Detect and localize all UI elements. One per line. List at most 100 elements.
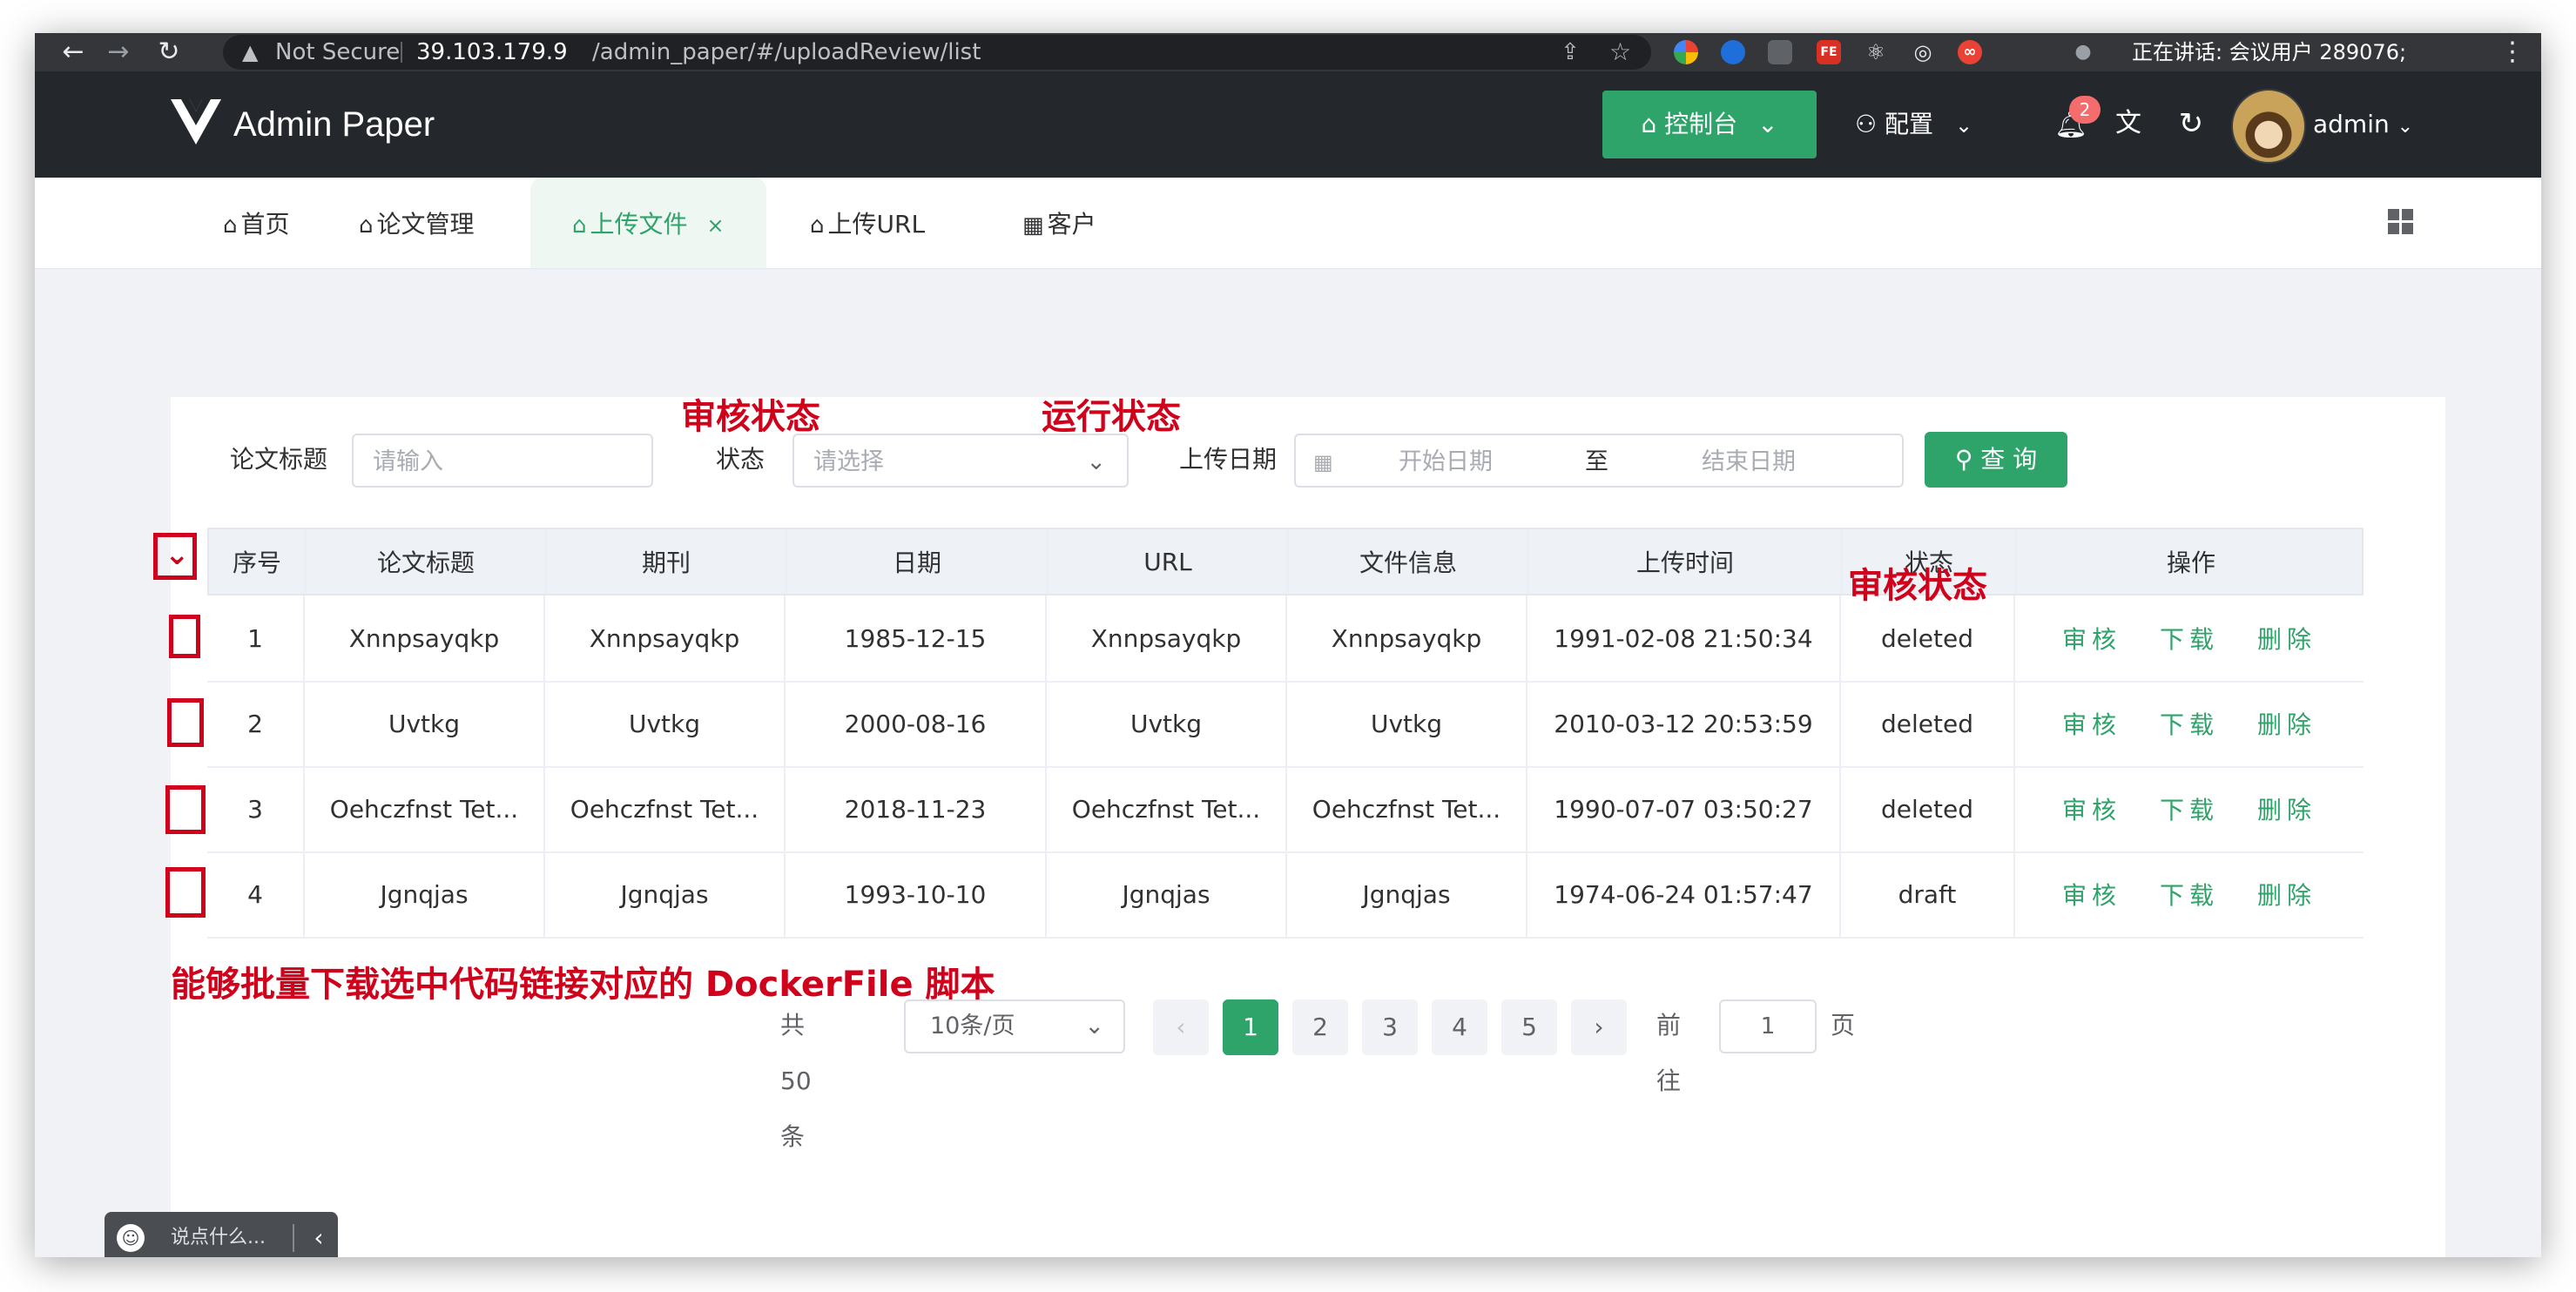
title-input-placeholder: 请输入 — [373, 448, 443, 475]
extension-grey-icon[interactable] — [1768, 40, 1792, 64]
page-size-value: 10条/页 — [930, 1013, 1015, 1040]
home-icon: ⌂ — [572, 212, 587, 239]
extension-fe-icon[interactable]: FE — [1817, 40, 1841, 64]
bookmark-star-icon[interactable]: ☆ — [1609, 35, 1631, 70]
column-header: 日期 — [786, 529, 1047, 594]
extension-infinity-icon[interactable]: ∞ — [1958, 40, 1982, 64]
browser-menu-icon[interactable]: ⋮ — [2499, 33, 2525, 71]
console-dropdown-button[interactable]: ⌂ 控制台 ⌄ — [1602, 91, 1817, 158]
date-end-placeholder[interactable]: 结束日期 — [1702, 435, 1796, 489]
translate-icon[interactable]: 文 — [2111, 106, 2146, 141]
reload-icon[interactable]: ↻ — [152, 37, 186, 68]
microphone-icon[interactable]: ● — [2071, 40, 2095, 64]
cell-file-info: Jgnqjas — [1285, 851, 1526, 937]
page-suffix: 页 — [1831, 1011, 1856, 1040]
cell-journal: Oehczfnst Tet... — [543, 766, 784, 851]
download-link[interactable]: 下载 — [2160, 877, 2219, 912]
cell-upload-time: 2010-03-12 20:53:59 — [1526, 681, 1839, 766]
cell-actions: 审核 下载 删除 — [2013, 766, 2364, 851]
download-link[interactable]: 下载 — [2160, 706, 2219, 741]
cell-date: 2000-08-16 — [784, 681, 1045, 766]
row-checkbox[interactable] — [165, 867, 206, 918]
delete-link[interactable]: 删除 — [2257, 706, 2316, 741]
page-button-3[interactable]: 3 — [1362, 999, 1418, 1055]
security-label: Not Secure — [275, 39, 401, 65]
url-host: 39.103.179.9 — [416, 39, 568, 65]
extension-blue-icon[interactable] — [1721, 40, 1745, 64]
extension-target-icon[interactable]: ◎ — [1911, 40, 1935, 64]
chevron-left-icon[interactable]: ‹ — [301, 1212, 336, 1257]
column-header: 操作 — [2015, 529, 2365, 594]
review-link[interactable]: 审核 — [2062, 621, 2121, 656]
delete-link[interactable]: 删除 — [2257, 621, 2316, 656]
address-bar[interactable]: ▲ Not Secure 39.103.179.9 /admin_paper/#… — [223, 35, 1651, 70]
forward-arrow-icon[interactable]: → — [101, 37, 136, 68]
page-button-1[interactable]: 1 — [1223, 999, 1278, 1055]
cell-status: deleted — [1839, 766, 2013, 851]
page-size-select[interactable]: 10条/页 ⌄ — [904, 999, 1125, 1053]
date-start-placeholder[interactable]: 开始日期 — [1399, 435, 1493, 489]
status-select[interactable]: 请选择 ⌄ — [792, 434, 1129, 488]
back-arrow-icon[interactable]: ← — [56, 37, 91, 68]
select-all-checkbox[interactable]: ⌄ — [153, 533, 197, 580]
user-menu[interactable]: admin ⌄ — [2313, 71, 2413, 180]
cell-file-info: Xnnpsayqkp — [1285, 596, 1526, 681]
download-link[interactable]: 下载 — [2160, 621, 2219, 656]
cell-date: 1993-10-10 — [784, 851, 1045, 937]
cell-url: Jgnqjas — [1045, 851, 1285, 937]
review-link[interactable]: 审核 — [2062, 706, 2121, 741]
url-path: /admin_paper/#/uploadReview/list — [592, 39, 981, 65]
tab-upload-url[interactable]: ⌂ 上传URL — [810, 178, 925, 268]
row-checkbox[interactable] — [169, 615, 200, 658]
column-header: URL — [1047, 529, 1287, 594]
chat-input-bar[interactable]: ☺ 说点什么... ‹ — [105, 1212, 338, 1257]
cell-url: Xnnpsayqkp — [1045, 596, 1285, 681]
delete-link[interactable]: 删除 — [2257, 791, 2316, 826]
tab-paper-management[interactable]: ⌂ 论文管理 — [359, 178, 475, 268]
query-button[interactable]: ⚲ 查 询 — [1925, 432, 2067, 488]
grid-icon: ▦ — [1022, 212, 1044, 239]
tab-upload-file[interactable]: ⌂ 上传文件 × — [530, 178, 766, 268]
config-dropdown[interactable]: ⚇ 配置 ⌄ — [1855, 71, 1972, 178]
review-link[interactable]: 审核 — [2062, 877, 2121, 912]
chevron-down-icon: ⌄ — [1757, 110, 1778, 138]
tab-label: 上传URL — [827, 210, 926, 239]
extension-chrome-icon[interactable] — [1674, 40, 1698, 64]
cell-file-info: Uvtkg — [1285, 681, 1526, 766]
prev-page-button[interactable]: ‹ — [1153, 999, 1209, 1055]
extension-react-icon[interactable]: ⚛ — [1864, 40, 1888, 64]
date-range-picker[interactable]: ▦ 开始日期 至 结束日期 — [1294, 434, 1904, 488]
goto-page-input[interactable]: 1 — [1719, 999, 1817, 1053]
annotation-review-status-column: 审核状态 — [1848, 566, 1987, 606]
share-icon[interactable]: ⇪ — [1561, 35, 1580, 70]
cell-upload-time: 1990-07-07 03:50:27 — [1526, 766, 1839, 851]
cell-upload-time: 1991-02-08 21:50:34 — [1526, 596, 1839, 681]
tab-customers[interactable]: ▦ 客户 — [1022, 178, 1096, 268]
delete-link[interactable]: 删除 — [2257, 877, 2316, 912]
review-link[interactable]: 审核 — [2062, 791, 2121, 826]
page-button-4[interactable]: 4 — [1432, 999, 1487, 1055]
close-icon[interactable]: × — [707, 213, 725, 238]
download-link[interactable]: 下载 — [2160, 791, 2219, 826]
home-icon: ⌂ — [810, 212, 825, 239]
tab-home[interactable]: ⌂ 首页 — [223, 178, 290, 268]
chevron-down-icon: ⌄ — [1084, 1013, 1104, 1040]
status-filter-label: 状态 — [716, 445, 765, 474]
address-separator — [401, 42, 402, 63]
page-button-5[interactable]: 5 — [1501, 999, 1557, 1055]
next-page-button[interactable]: › — [1571, 999, 1627, 1055]
date-filter-label: 上传日期 — [1179, 445, 1278, 474]
annotation-review-status: 审核状态 — [681, 397, 820, 437]
emoji-icon[interactable]: ☺ — [117, 1224, 145, 1252]
avatar[interactable] — [2231, 89, 2306, 164]
row-checkbox[interactable] — [167, 698, 204, 747]
table-row: 4 Jgnqjas Jgnqjas 1993-10-10 Jgnqjas Jgn… — [207, 851, 2364, 939]
goto-label: 前往 — [1656, 1011, 1682, 1095]
cell-actions: 审核 下载 删除 — [2013, 851, 2364, 937]
page-button-2[interactable]: 2 — [1292, 999, 1348, 1055]
cell-title: Jgnqjas — [303, 851, 543, 937]
row-checkbox[interactable] — [165, 785, 206, 834]
apps-grid-icon[interactable] — [2388, 209, 2414, 235]
title-input[interactable]: 请输入 — [352, 434, 653, 488]
refresh-icon[interactable]: ↻ — [2174, 106, 2208, 141]
